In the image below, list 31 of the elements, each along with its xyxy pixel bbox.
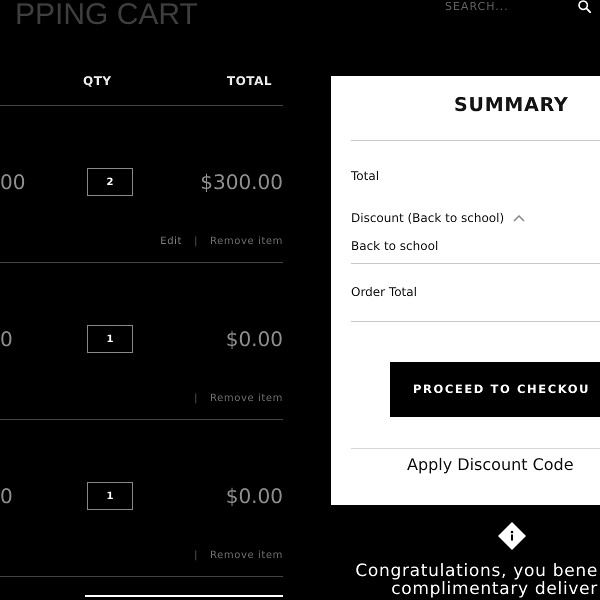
line-total: $0.00 — [226, 326, 283, 353]
qty-input[interactable]: 1 — [87, 482, 133, 510]
info-icon — [498, 522, 526, 550]
column-header: TOTAL — [226, 75, 272, 87]
action-separator: | — [194, 549, 198, 563]
apply-discount-link[interactable]: Apply Discount Code — [407, 455, 574, 474]
line-total: $0.00 — [226, 483, 283, 510]
notice-text: Congratulations, you bene complimentary deliver — [354, 562, 599, 598]
search-field[interactable]: SEARCH... — [445, 0, 570, 13]
remove-link[interactable]: Remove item — [210, 549, 283, 563]
unit-price: 0 — [0, 483, 13, 510]
edit-link[interactable]: Edit — [160, 235, 182, 249]
unit-price: 0 — [0, 326, 13, 353]
remove-link[interactable]: Remove item — [210, 392, 283, 406]
unit-price: 00 — [0, 169, 26, 196]
qty-input[interactable]: 2 — [87, 168, 133, 196]
qty-input[interactable]: 1 — [87, 325, 133, 353]
summary-label: Total — [351, 169, 380, 183]
column-header: QTY — [83, 75, 112, 87]
chevron-up-icon[interactable] — [513, 214, 526, 222]
action-separator: | — [194, 235, 198, 249]
checkout-button[interactable]: PROCEED TO CHECKOU — [390, 362, 600, 417]
search-icon[interactable] — [578, 0, 591, 13]
line-total: $300.00 — [200, 169, 283, 196]
discount-detail: Back to school — [351, 239, 438, 253]
remove-link[interactable]: Remove item — [210, 235, 283, 249]
page-title: PPING CART — [14, 0, 198, 30]
summary-label: Order Total — [351, 285, 417, 299]
summary-label: Discount (Back to school) — [351, 211, 504, 225]
summary-title: SUMMARY — [351, 76, 600, 141]
action-separator: | — [194, 392, 198, 406]
